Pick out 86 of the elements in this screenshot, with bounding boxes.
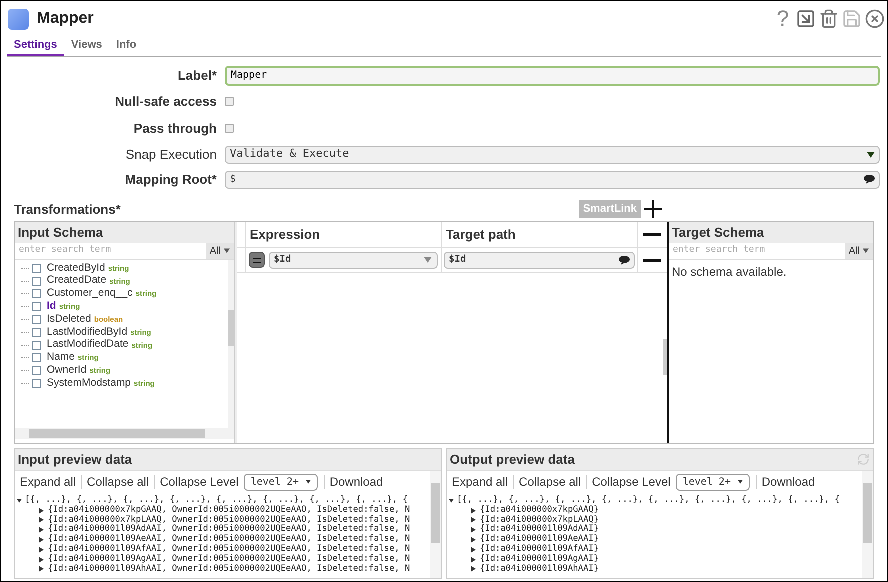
json-row-text: {Id:a04i000001l09AgAAI} [480,554,599,564]
target-path-field[interactable]: $Id [444,252,635,268]
window-title: Mapper [37,9,94,29]
json-root: [{, ...}, {, ...}, {, ...}, {, ...}, {, ...}, {, ...}, {, ...}, {, ...}, { [25,496,408,505]
json-row: {Id:a04i000001l09AhAAI} [480,564,599,574]
download-link[interactable]: Download [756,475,820,489]
tab[interactable]: Views [64,37,110,56]
json-row-text: {Id:a04i000001l09AeAAI} [480,535,599,544]
equals-icon [253,258,261,262]
preview-action-link[interactable]: Expand all [447,475,514,489]
json-root: [{, ...}, {, ...}, {, ...}, {, ...}, {, ...}, {, ...}, {, ...}, {, ...}, { [457,496,840,506]
snap-execution-select[interactable]: Validate & Execute [225,146,880,164]
section-title: Transformations* [14,200,121,218]
delete-icon[interactable] [819,9,839,29]
preview-action-link[interactable]: Collapse all [82,475,156,489]
json-row-text: {Id:a04i000001l09AgAAI, OwnerId:005i0000002UQEeAAO, IsDeleted:false, N [48,554,410,564]
expression-field[interactable]: $Id [269,252,438,268]
field-label: Null-safe access [114,92,218,111]
preview-action-link[interactable]: Collapse all [514,475,588,489]
json-row-text: {Id:a04i000001l09AeAAI, OwnerId:005i0000002UQEeAAO, IsDeleted:false, N [48,535,410,544]
json-row-text: {Id:a04i000001l09AfAAI, OwnerId:005i0000002UQEeAAO, IsDeleted:false, N [48,544,410,554]
field-label: Pass through [132,120,218,138]
download-link[interactable]: Download [324,475,388,489]
json-row-text: {Id:a04i000001l09AdAAI} [480,525,599,534]
field-label: Mapping Root* [124,170,218,189]
json-row-text: {Id:a04i000000x7kpLAAQ, OwnerId:005i0000002UQEeAAO, IsDeleted:false, N [48,516,410,525]
empty-schema-message: No schema available. [671,264,788,281]
snap-icon [8,8,29,30]
tab[interactable]: Settings [7,37,64,56]
minus-icon [642,258,660,262]
json-row-text: {Id:a04i000000x7kpGAAQ, OwnerId:005i0000002UQEeAAO, IsDeleted:false, N [48,506,410,515]
field-label: Label* [176,66,218,85]
tab[interactable]: Info [109,37,144,56]
mapping-root-field[interactable]: $ [225,170,880,188]
json-row-text: {Id:a04i000001l09AdAAI, OwnerId:005i0000002UQEeAAO, IsDeleted:false, N [48,525,410,534]
checkbox[interactable] [225,124,234,133]
expand-arrow-icon [449,498,454,504]
caret-icon [224,248,230,254]
export-icon[interactable] [796,9,816,29]
search-field[interactable]: enter search term [15,243,206,259]
comment-icon[interactable] [864,175,875,184]
field-checkbox[interactable] [32,315,41,324]
panel-title: Target Schema [672,224,764,242]
dropdown-arrow-icon [423,257,433,263]
comment-icon[interactable] [619,256,630,264]
preview-action-link[interactable]: Expand all [15,475,82,489]
add-button[interactable] [643,199,663,219]
minus-icon [642,233,660,236]
expression-toggle[interactable] [249,252,265,268]
collapse-level-label: Collapse Level [159,474,240,491]
plus-icon [644,200,662,218]
field-checkbox[interactable] [32,366,41,376]
field-checkbox[interactable] [32,264,41,273]
field-checkbox[interactable] [32,289,41,298]
field-checkbox[interactable] [32,353,41,362]
level-select[interactable]: level 2+ [244,474,318,490]
expand-arrow-icon [17,498,22,504]
scrollbar [663,339,667,375]
field-checkbox[interactable] [32,340,41,350]
field-label: Snap Execution [124,146,218,164]
search-field[interactable]: enter search term [669,243,845,259]
field-checkbox[interactable] [32,328,41,337]
label-field[interactable]: Mapper [225,66,880,86]
json-row-text: {Id:a04i000001l09AfAAI} [480,544,599,554]
column-header: Expression [246,222,442,247]
caret-icon [863,248,869,254]
filter-dropdown[interactable]: All [844,243,873,259]
json-row-text: {Id:a04i000000x7kpGAAQ} [480,506,599,515]
level-select[interactable]: level 2+ [676,474,750,490]
collapse-level-label: Collapse Level [591,474,672,491]
close-icon[interactable] [865,9,885,29]
field-checkbox[interactable] [32,276,41,286]
panel-title: Output preview data [450,450,575,469]
panel-title: Input preview data [18,450,132,469]
checkbox[interactable] [225,97,234,106]
panel-title: Input Schema [18,224,104,242]
field-checkbox[interactable] [32,379,41,388]
json-row-text: {Id:a04i000000x7kpLAAQ} [480,516,599,525]
caret-icon [738,479,743,485]
column-header: Target path [442,222,638,247]
filter-dropdown[interactable]: All [206,243,234,259]
dropdown-arrow-icon [867,152,875,158]
caret-icon [306,479,311,485]
field-checkbox[interactable] [32,302,41,312]
json-row: {Id:a04i000001l09AhAAI, OwnerId:005i0000002UQEeAAO, IsDeleted:false, N [48,564,410,574]
help-button[interactable]: ? [773,8,793,30]
